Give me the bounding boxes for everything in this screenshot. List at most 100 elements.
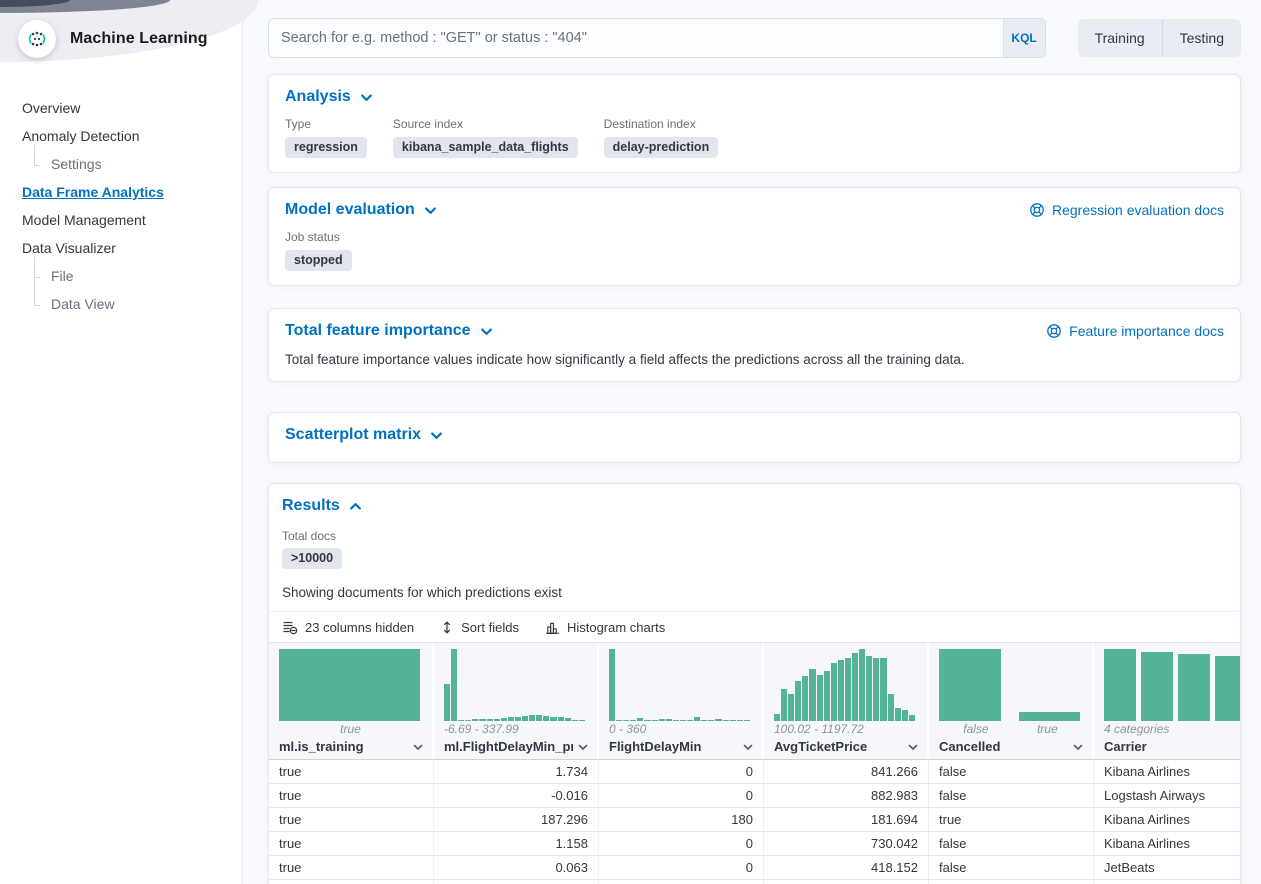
cell-avgticketprice[interactable]: 180.247 — [764, 880, 929, 884]
analysis-title: Analysis — [285, 88, 351, 106]
cell-ml-is-training[interactable]: true — [269, 880, 434, 884]
cell-avgticketprice[interactable]: 730.042 — [764, 832, 929, 855]
cell-ml-is-training[interactable]: true — [269, 784, 434, 807]
cell-carrier[interactable]: Kibana Airlines — [1094, 760, 1240, 783]
histogram-bar — [444, 684, 450, 721]
tree-line-icon — [34, 264, 46, 288]
model-evaluation-title: Model evaluation — [285, 201, 415, 219]
app-title: Machine Learning — [70, 30, 208, 48]
cell-avgticketprice[interactable]: 418.152 — [764, 856, 929, 879]
column-header-avgticketprice[interactable]: 100.02 - 1197.72AvgTicketPrice — [764, 643, 929, 759]
histogram-charts-button[interactable]: Histogram charts — [545, 620, 665, 635]
histogram-bar — [852, 653, 858, 721]
scatterplot-accordion-toggle[interactable]: Scatterplot matrix — [285, 426, 443, 444]
search-input[interactable] — [269, 19, 1003, 57]
cell-ml-flightdelaymin-prediction[interactable]: 1.158 — [434, 832, 599, 855]
histogram-ml-is-training — [269, 643, 432, 721]
feature-importance-panel: Total feature importance Feature importa… — [268, 308, 1241, 382]
cell-ml-flightdelaymin-prediction[interactable]: 299.765 — [434, 880, 599, 884]
sidebar-item-data-visualizer[interactable]: Data Visualizer — [22, 234, 242, 262]
feature-importance-docs-link[interactable]: Feature importance docs — [1046, 323, 1224, 339]
job-status-badge: stopped — [285, 250, 352, 271]
cell-carrier[interactable]: Kibana Airlines — [1094, 832, 1240, 855]
machine-learning-logo-icon[interactable] — [18, 20, 56, 58]
feature-importance-accordion-toggle[interactable]: Total feature importance — [285, 322, 493, 340]
sidebar-item-settings[interactable]: Settings — [34, 150, 242, 178]
table-row: true1.7340841.266falseKibana Airlines — [269, 760, 1240, 784]
cell-flightdelaymin[interactable]: 0 — [599, 832, 764, 855]
histogram-bar — [838, 660, 844, 721]
job-status-label: Job status — [285, 230, 352, 244]
cell-ml-flightdelaymin-prediction[interactable]: 1.734 — [434, 760, 599, 783]
cell-flightdelaymin[interactable]: 0 — [599, 856, 764, 879]
cell-carrier[interactable]: JetBeats — [1094, 856, 1240, 879]
histogram-bar — [458, 720, 464, 721]
histogram-bar — [652, 720, 658, 721]
source-index-badge: kibana_sample_data_flights — [393, 137, 578, 158]
cell-ml-flightdelaymin-prediction[interactable]: 0.063 — [434, 856, 599, 879]
cell-ml-flightdelaymin-prediction[interactable]: 187.296 — [434, 808, 599, 831]
kql-selector[interactable]: KQL — [1003, 19, 1045, 57]
histogram-bar — [494, 719, 500, 721]
analysis-accordion-toggle[interactable]: Analysis — [285, 88, 373, 106]
cell-avgticketprice[interactable]: 882.983 — [764, 784, 929, 807]
sidebar-item-data-frame-analytics[interactable]: Data Frame Analytics — [22, 178, 242, 206]
cell-cancelled[interactable]: false — [929, 880, 1094, 884]
column-header-ml-is-training[interactable]: trueml.is_training — [269, 643, 434, 759]
cell-cancelled[interactable]: true — [929, 808, 1094, 831]
column-header-flightdelaymin[interactable]: 0 - 360FlightDelayMin — [599, 643, 764, 759]
cell-cancelled[interactable]: false — [929, 856, 1094, 879]
testing-button[interactable]: Testing — [1162, 19, 1241, 57]
cell-avgticketprice[interactable]: 181.694 — [764, 808, 929, 831]
histogram-bar — [666, 719, 672, 721]
sidebar-header: Machine Learning — [0, 0, 242, 68]
histogram-icon — [545, 620, 560, 635]
cell-ml-is-training[interactable]: true — [269, 808, 434, 831]
column-header-ml-flightdelaymin-prediction[interactable]: -6.69 - 337.99ml.FlightDelayMin_predicti… — [434, 643, 599, 759]
regression-evaluation-docs-link[interactable]: Regression evaluation docs — [1029, 202, 1224, 218]
cell-ml-flightdelaymin-prediction[interactable]: -0.016 — [434, 784, 599, 807]
cell-ml-is-training[interactable]: true — [269, 832, 434, 855]
histogram-bar — [730, 720, 736, 721]
destination-index-badge: delay-prediction — [604, 137, 719, 158]
sidebar-item-file[interactable]: File — [34, 262, 242, 290]
sidebar-item-anomaly-detection[interactable]: Anomaly Detection — [22, 122, 242, 150]
cell-flightdelaymin[interactable]: 0 — [599, 760, 764, 783]
model-evaluation-accordion-toggle[interactable]: Model evaluation — [285, 201, 437, 219]
cell-cancelled[interactable]: false — [929, 784, 1094, 807]
column-header-carrier[interactable]: 4 categoriesCarrier — [1094, 643, 1240, 759]
cell-avgticketprice[interactable]: 841.266 — [764, 760, 929, 783]
cell-cancelled[interactable]: false — [929, 760, 1094, 783]
cell-flightdelaymin[interactable]: 300 — [599, 880, 764, 884]
sidebar-item-data-view[interactable]: Data View — [34, 290, 242, 318]
histogram-bar — [572, 720, 578, 721]
training-testing-button-group: Training Testing — [1078, 19, 1241, 57]
total-docs-badge: >10000 — [282, 548, 342, 569]
cell-carrier[interactable]: Logstash Airways — [1094, 784, 1240, 807]
cell-ml-is-training[interactable]: true — [269, 760, 434, 783]
sidebar-item-model-management[interactable]: Model Management — [22, 206, 242, 234]
feature-importance-description: Total feature importance values indicate… — [285, 352, 1224, 367]
columns-hidden-button[interactable]: 23 columns hidden — [282, 619, 414, 635]
cell-cancelled[interactable]: false — [929, 832, 1094, 855]
cell-flightdelaymin[interactable]: 180 — [599, 808, 764, 831]
top-bar: KQL Training Testing — [268, 18, 1241, 58]
column-header-cancelled[interactable]: falsetrueCancelled — [929, 643, 1094, 759]
histogram-bar — [487, 719, 493, 721]
cell-ml-is-training[interactable]: true — [269, 856, 434, 879]
cell-carrier[interactable]: Kibana Airlines — [1094, 808, 1240, 831]
training-button[interactable]: Training — [1078, 19, 1162, 57]
histogram-carrier — [1094, 643, 1240, 721]
source-index-field: Source indexkibana_sample_data_flights — [393, 117, 578, 158]
histogram-bar — [543, 716, 549, 721]
histogram-bar — [902, 710, 908, 721]
sidebar-item-overview[interactable]: Overview — [22, 94, 242, 122]
cell-carrier[interactable]: JetBeats — [1094, 880, 1240, 884]
histogram-bar — [1019, 712, 1081, 721]
sidebar-item-label: Data View — [51, 296, 115, 312]
sort-fields-button[interactable]: Sort fields — [440, 620, 519, 635]
cell-flightdelaymin[interactable]: 0 — [599, 784, 764, 807]
results-accordion-toggle[interactable]: Results — [282, 497, 362, 515]
chevron-down-icon — [573, 741, 589, 753]
chevron-down-icon — [424, 204, 437, 217]
